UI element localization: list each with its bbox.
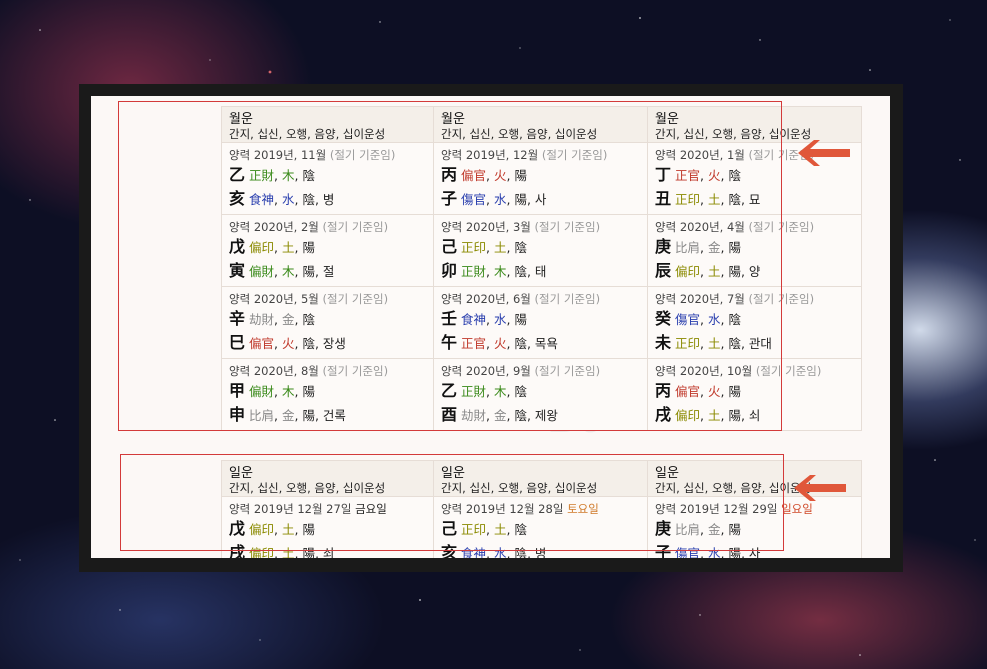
arrow-left-icon (794, 475, 846, 501)
monthly-highlight-box (118, 101, 782, 431)
weekday-text: 일요일 (781, 502, 813, 516)
arrow-left-icon (798, 140, 850, 166)
daily-highlight-box (120, 454, 784, 551)
